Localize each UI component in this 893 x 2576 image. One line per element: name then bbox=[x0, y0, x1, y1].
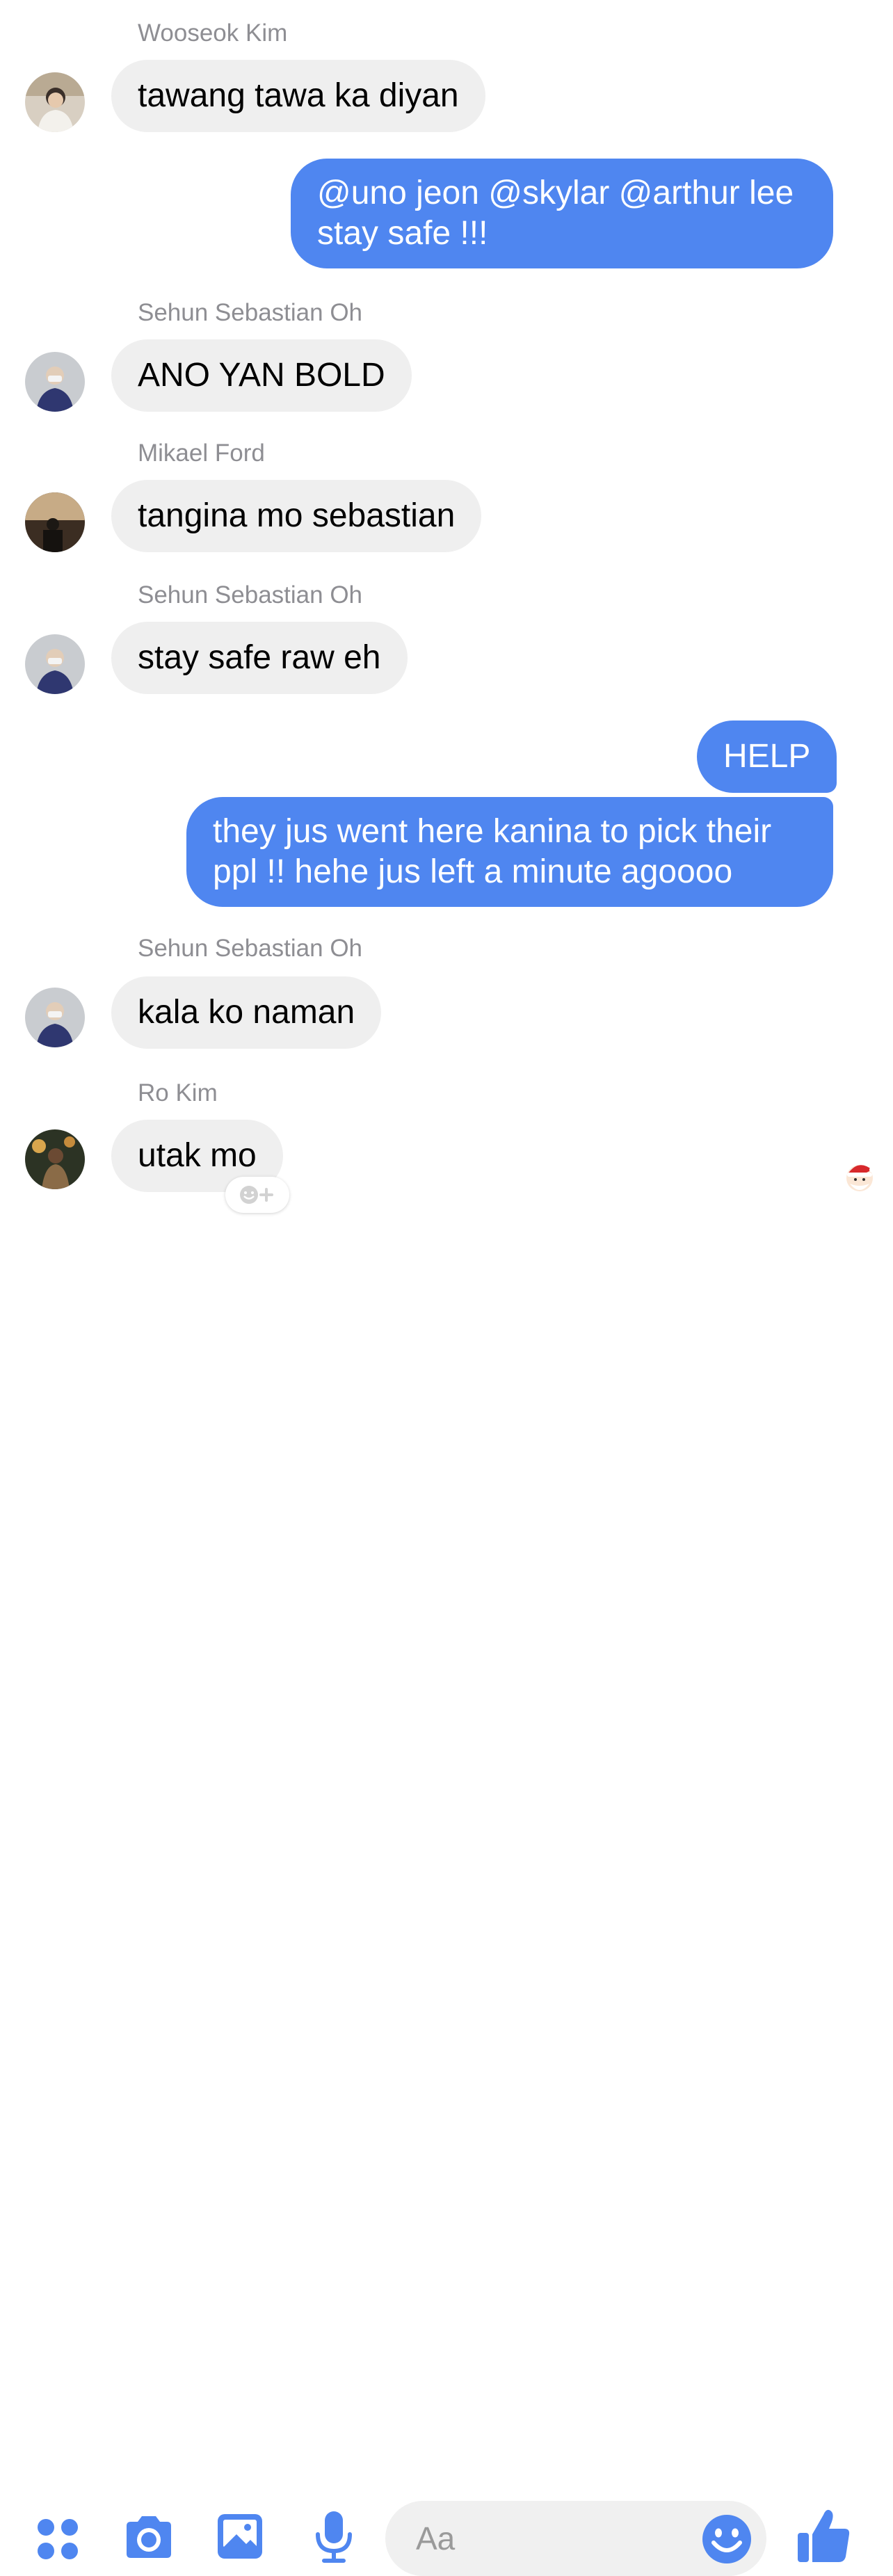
message-bubble[interactable]: kala ko naman bbox=[111, 976, 382, 1049]
message-input-placeholder: Aa bbox=[416, 2520, 456, 2557]
thumbs-up-icon[interactable] bbox=[796, 2506, 851, 2565]
sender-name: Mikael Ford bbox=[138, 440, 265, 467]
message-bubble-outgoing[interactable]: HELP bbox=[697, 721, 837, 793]
message-text: @uno jeon @skylar @arthur lee stay safe … bbox=[317, 175, 794, 252]
message-text: tawang tawa ka diyan bbox=[138, 77, 459, 114]
add-reaction-icon bbox=[240, 1186, 273, 1204]
message-input[interactable]: Aa bbox=[385, 2501, 766, 2576]
avatar[interactable] bbox=[25, 634, 85, 694]
message-composer: Aa bbox=[0, 1238, 893, 2576]
message-text: ANO YAN BOLD bbox=[138, 357, 385, 394]
message-bubble-outgoing[interactable]: they jus went here kanina to pick their … bbox=[186, 797, 833, 907]
santa-avatar-icon bbox=[846, 1165, 875, 1191]
add-reaction-button[interactable] bbox=[225, 1177, 289, 1213]
avatar[interactable] bbox=[25, 492, 85, 552]
message-text: tangina mo sebastian bbox=[138, 497, 456, 534]
microphone-icon[interactable] bbox=[313, 2509, 355, 2565]
sender-name: Sehun Sebastian Oh bbox=[138, 935, 363, 962]
message-bubble[interactable]: stay safe raw eh bbox=[111, 622, 408, 694]
message-text: stay safe raw eh bbox=[138, 639, 381, 676]
message-bubble[interactable]: ANO YAN BOLD bbox=[111, 339, 412, 412]
gallery-icon[interactable] bbox=[216, 2512, 264, 2561]
message-bubble[interactable]: tangina mo sebastian bbox=[111, 480, 482, 552]
avatar[interactable] bbox=[25, 72, 85, 132]
avatar[interactable] bbox=[25, 988, 85, 1047]
sender-name: Sehun Sebastian Oh bbox=[138, 299, 363, 326]
seen-indicator-avatar bbox=[843, 1160, 876, 1193]
message-text: utak mo bbox=[138, 1137, 257, 1174]
avatar[interactable] bbox=[25, 1129, 85, 1189]
message-text: HELP bbox=[723, 738, 811, 775]
message-text: kala ko naman bbox=[138, 994, 355, 1031]
more-apps-icon[interactable] bbox=[36, 2518, 79, 2561]
message-bubble[interactable]: tawang tawa ka diyan bbox=[111, 60, 485, 132]
message-thread[interactable]: Wooseok Kim tawang tawa ka diyan @uno je… bbox=[0, 0, 893, 1238]
emoji-icon[interactable] bbox=[701, 2513, 753, 2565]
message-bubble-outgoing[interactable]: @uno jeon @skylar @arthur lee stay safe … bbox=[291, 159, 833, 268]
sender-name: Wooseok Kim bbox=[138, 19, 288, 47]
camera-icon[interactable] bbox=[122, 2513, 175, 2561]
avatar[interactable] bbox=[25, 352, 85, 412]
sender-name: Ro Kim bbox=[138, 1079, 218, 1106]
sender-name: Sehun Sebastian Oh bbox=[138, 581, 363, 609]
message-text: they jus went here kanina to pick their … bbox=[213, 813, 772, 890]
